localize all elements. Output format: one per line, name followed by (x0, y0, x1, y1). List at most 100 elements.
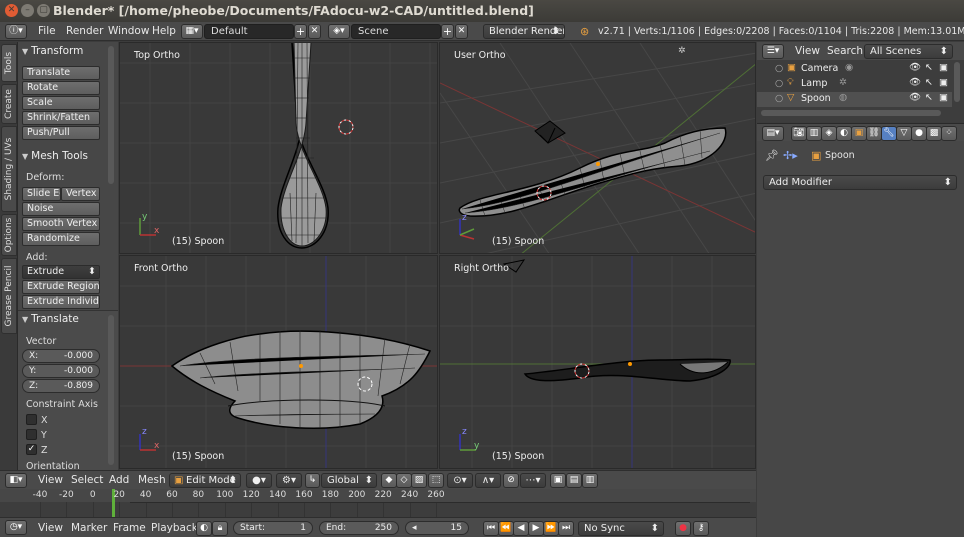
close-window-icon[interactable]: ✕ (5, 4, 18, 17)
timeline-editor-type-icon[interactable]: ◷▾ (5, 520, 27, 535)
prev-keyframe-icon[interactable]: ⏪ (498, 521, 514, 536)
vertex-select-icon[interactable]: ◆ (381, 473, 397, 488)
delete-layout-icon[interactable]: ✕ (308, 24, 321, 39)
menu-frame[interactable]: Frame (113, 522, 146, 534)
data-tab-icon[interactable]: ▽ (896, 126, 912, 141)
render-animation-icon[interactable]: ▤ (566, 473, 582, 488)
limit-selection-icon[interactable]: ⬚ (428, 473, 444, 488)
screen-layout-icon[interactable]: ▦▾ (181, 24, 203, 39)
menu-view[interactable]: View (38, 474, 63, 486)
render-still-icon[interactable]: ▣ (550, 473, 566, 488)
tab-options[interactable]: Options (1, 214, 17, 256)
tab-shading-uvs[interactable]: Shading / UVs (1, 126, 17, 212)
delete-scene-icon[interactable]: ✕ (455, 24, 468, 39)
add-modifier-select[interactable]: Add Modifier ⬍ (763, 175, 957, 190)
outliner-row-spoon[interactable]: ○ ▽ Spoon ◍ 👁︎ ↖ ▣ (757, 92, 952, 107)
randomize-button[interactable]: Randomize (22, 232, 100, 246)
keying-set-icon[interactable]: ⚷ (693, 521, 709, 536)
render-engine-select[interactable]: Blender Render ⬍ (483, 24, 565, 39)
material-tab-icon[interactable]: ● (911, 126, 927, 141)
properties-editor-type-icon[interactable]: ▤▾ (762, 126, 784, 141)
extrude-menu-button[interactable]: Extrude ⬍ (22, 265, 100, 279)
current-frame-field[interactable]: ◂ 15 (405, 521, 469, 535)
falloff-select[interactable]: ∧▾ (475, 473, 501, 488)
menu-playback[interactable]: Playback (151, 522, 198, 534)
jump-start-icon[interactable]: ⏮ (483, 521, 499, 536)
render-camera-icon[interactable]: ▣ (939, 92, 948, 103)
menu-render[interactable]: Render (66, 25, 103, 37)
render-layers-tab-icon[interactable]: ▥ (806, 126, 822, 141)
outliner-menu-search[interactable]: Search (827, 45, 863, 57)
outliner-editor-type-icon[interactable]: ☰▾ (762, 44, 784, 59)
layout-field[interactable]: Default (204, 24, 294, 39)
opengl-render-icon[interactable]: ▥ (582, 473, 598, 488)
mesh-tools-panel-header[interactable]: ▼ Mesh Tools (18, 150, 118, 165)
add-scene-icon[interactable]: + (441, 24, 454, 39)
menu-file[interactable]: File (38, 25, 56, 37)
outliner-vscrollbar[interactable] (954, 62, 960, 102)
scene-tab-icon[interactable]: ◈ (821, 126, 837, 141)
tab-tools[interactable]: Tools (1, 44, 17, 82)
constraints-tab-icon[interactable]: ⛓︎ (866, 126, 882, 141)
outliner-row-camera[interactable]: ○ ▣ Camera ◉ 👁︎ ↖ ▣ (757, 62, 952, 77)
operator-scrollbar[interactable] (108, 315, 114, 465)
snap-icon[interactable]: ⊘ (503, 473, 519, 488)
outliner-filter-select[interactable]: All Scenes ⬍ (864, 44, 953, 59)
noise-button[interactable]: Noise (22, 202, 100, 216)
modifiers-tab-icon[interactable]: 🔧︎ (881, 126, 897, 141)
record-icon[interactable]: ● (675, 521, 691, 536)
preview-range-icon[interactable]: ◐ (196, 521, 212, 536)
menu-select[interactable]: Select (71, 474, 103, 486)
render-camera-icon[interactable]: ▣ (939, 77, 948, 88)
play-icon[interactable]: ▶ (528, 521, 544, 536)
transform-orientation-select[interactable]: Global ⬍ (321, 473, 377, 488)
play-reverse-icon[interactable]: ◀ (513, 521, 529, 536)
outliner-menu-view[interactable]: View (795, 45, 820, 57)
constraint-z-checkbox[interactable]: ✓ (26, 444, 37, 455)
view3d-editor-type-icon[interactable]: ◧▾ (5, 473, 27, 488)
render-tab-icon[interactable]: 📷︎ (791, 126, 807, 141)
tab-create[interactable]: Create (1, 84, 17, 124)
menu-add[interactable]: Add (109, 474, 129, 486)
menu-window[interactable]: Window (108, 25, 149, 37)
transform-panel-header[interactable]: ▼ Transform (18, 45, 118, 60)
viewport-front-ortho[interactable]: zx Front Ortho (15) Spoon (119, 255, 438, 469)
info-editor-type-icon[interactable]: ⓘ▾ (5, 24, 27, 39)
shrink-fatten-button[interactable]: Shrink/Fatten (22, 111, 100, 125)
visibility-eye-icon[interactable]: 👁︎ (909, 92, 921, 103)
visibility-eye-icon[interactable]: 👁︎ (909, 77, 921, 88)
menu-timeline-view[interactable]: View (38, 522, 63, 534)
add-layout-icon[interactable]: + (294, 24, 307, 39)
slide-vertex-button[interactable]: Vertex (61, 187, 100, 201)
vector-y-field[interactable]: Y: -0.000 (22, 364, 100, 378)
texture-tab-icon[interactable]: ▩ (926, 126, 942, 141)
next-keyframe-icon[interactable]: ⏩ (543, 521, 559, 536)
extrude-individual-button[interactable]: Extrude Individual (22, 295, 100, 309)
face-select-icon[interactable]: ▨ (411, 473, 427, 488)
particles-tab-icon[interactable]: ⁘ (941, 126, 957, 141)
scene-icon[interactable]: ◈▾ (328, 24, 350, 39)
timeline[interactable]: -40 -20 0 20 40 60 80 100 120 140 160 180 200 220 240 2… (0, 489, 756, 517)
pin-icon[interactable]: 📌︎ (765, 149, 779, 162)
viewport-shading-select[interactable]: ●▾ (246, 473, 272, 488)
slide-edge-button[interactable]: Slide Ed (22, 187, 61, 201)
translate-operator-header[interactable]: ▼ Translate (18, 313, 118, 328)
snap-element-select[interactable]: ⋯▾ (520, 473, 546, 488)
selectable-arrow-icon[interactable]: ↖ (925, 92, 933, 103)
object-tab-icon[interactable]: ▣ (851, 126, 867, 141)
tab-grease-pencil[interactable]: Grease Pencil (1, 258, 17, 334)
vector-x-field[interactable]: X: -0.000 (22, 349, 100, 363)
minimize-window-icon[interactable]: – (21, 4, 34, 17)
constraint-y-checkbox[interactable] (26, 429, 37, 440)
selectable-arrow-icon[interactable]: ↖ (925, 62, 933, 73)
start-frame-field[interactable]: Start: 1 (233, 521, 313, 535)
menu-marker[interactable]: Marker (71, 522, 107, 534)
maximize-window-icon[interactable]: ▢ (37, 4, 50, 17)
world-tab-icon[interactable]: ◐ (836, 126, 852, 141)
proportional-edit-select[interactable]: ⊙▾ (447, 473, 473, 488)
selectable-arrow-icon[interactable]: ↖ (925, 77, 933, 88)
push-pull-button[interactable]: Push/Pull (22, 126, 100, 140)
visibility-eye-icon[interactable]: 👁︎ (909, 62, 921, 73)
extrude-region-button[interactable]: Extrude Region (22, 280, 100, 294)
constraint-x-checkbox[interactable] (26, 414, 37, 425)
